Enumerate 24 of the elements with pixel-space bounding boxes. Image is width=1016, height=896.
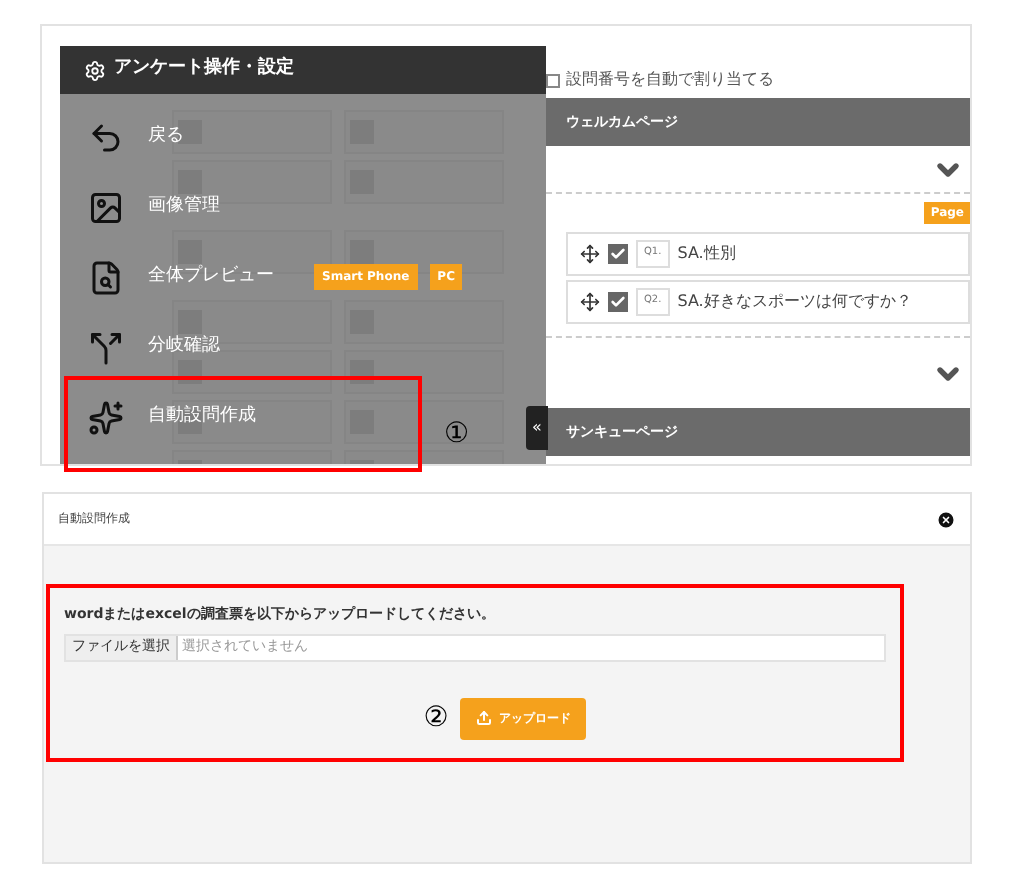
settings-icon — [84, 59, 106, 81]
step-marker: ① — [444, 416, 470, 454]
menu-item[interactable]: 戻る — [60, 102, 188, 172]
back-arrow-icon — [88, 119, 124, 155]
panel-title: アンケート操作・設定 — [114, 56, 294, 83]
close-icon[interactable] — [936, 509, 956, 529]
branch-icon — [88, 329, 124, 365]
menu-item[interactable]: 画像管理 — [60, 172, 224, 242]
preview-icon — [88, 259, 124, 295]
sparkle-icon — [88, 399, 124, 435]
upload-icon — [476, 710, 493, 726]
move-icon[interactable] — [580, 244, 600, 264]
move-icon[interactable] — [580, 292, 600, 312]
menu-item[interactable]: 自動設問作成 — [60, 382, 260, 452]
step-marker: ② — [423, 699, 449, 737]
question-text: SA.好きなスポーツは何ですか？ — [677, 290, 912, 314]
question-checkbox[interactable] — [608, 292, 628, 312]
question-checkbox[interactable] — [608, 244, 628, 264]
auto-number-checkbox[interactable] — [546, 73, 560, 87]
image-icon — [88, 189, 124, 225]
question-text: SA.性別 — [677, 242, 736, 266]
collapse-button[interactable]: « — [526, 406, 548, 450]
auto-number-label: 設問番号を自動で割り当てる — [566, 68, 774, 92]
menu-item[interactable]: 分岐確認 — [60, 312, 224, 382]
